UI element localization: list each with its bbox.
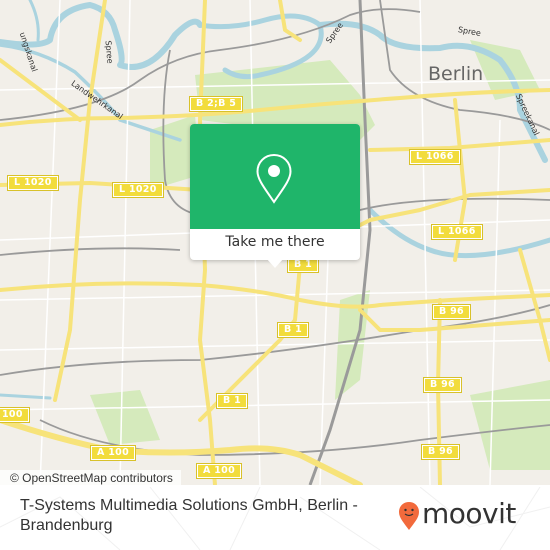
take-me-there-button[interactable]: Take me there xyxy=(190,230,360,254)
water-label-spree-left: Spree xyxy=(103,40,115,64)
popup-header[interactable] xyxy=(190,124,360,229)
take-me-there-popup[interactable]: Take me there xyxy=(190,124,360,268)
road-b1-east-west xyxy=(0,281,550,309)
road-shield-a100-bottom: A 100 xyxy=(196,463,242,479)
road-shield-l1066-mid: L 1066 xyxy=(431,224,483,240)
road-southeast xyxy=(518,248,550,362)
road-shield-b1-top: B 1 xyxy=(286,257,320,273)
park-tempelhof xyxy=(470,380,550,470)
road-shield-a100-edge: 100 xyxy=(0,407,30,423)
road-shield-b2-b5: B 2;B 5 xyxy=(188,96,244,112)
canal-sw xyxy=(0,393,52,400)
road-shield-b1-low: B 1 xyxy=(215,393,249,409)
place-name: T-Systems Multimedia Solutions GmbH, Ber… xyxy=(20,497,358,534)
footer: T-Systems Multimedia Solutions GmbH, Ber… xyxy=(0,487,550,550)
moovit-pin-icon xyxy=(399,502,419,530)
popup-pointer xyxy=(266,258,284,268)
rail-west xyxy=(0,247,181,256)
moovit-wordmark: moovit xyxy=(422,497,516,530)
city-label: Berlin xyxy=(428,63,484,85)
road-shield-b1-mid: B 1 xyxy=(276,322,310,338)
road-shield-b96-top: B 96 xyxy=(432,304,471,320)
road-shield-a100-left: A 100 xyxy=(90,445,136,461)
road-north xyxy=(278,0,302,42)
park-southwest xyxy=(90,390,160,445)
map[interactable]: Berlin ungskanal Spree Landwehrkanal Spr… xyxy=(0,0,550,485)
road-shield-b96-low: B 96 xyxy=(421,444,460,460)
map-pin-icon xyxy=(256,153,292,204)
map-attribution[interactable]: © OpenStreetMap contributors xyxy=(0,470,181,485)
road-west xyxy=(53,0,107,402)
road-shield-l1020-left: L 1020 xyxy=(7,175,59,191)
road-shield-b96-mid: B 96 xyxy=(423,377,462,393)
road-shield-l1066-top: L 1066 xyxy=(409,149,461,165)
road-shield-l1020-mid: L 1020 xyxy=(112,182,164,198)
verbindungskanal xyxy=(28,0,40,42)
